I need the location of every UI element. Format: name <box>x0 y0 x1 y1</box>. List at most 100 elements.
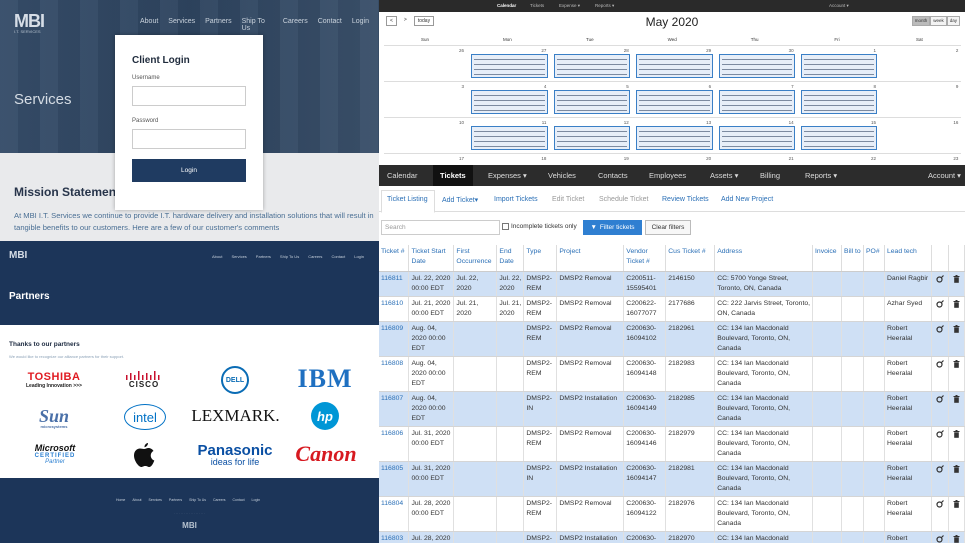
nav-reports[interactable]: Reports ▾ <box>805 171 837 180</box>
edit-icon[interactable] <box>931 321 949 357</box>
calendar-day-number[interactable]: 4 <box>466 84 547 89</box>
nav-careers[interactable]: Careers <box>308 254 322 259</box>
nav-ship-to-us[interactable]: Ship To Us <box>280 254 299 259</box>
nav-vehicles[interactable]: Vehicles <box>548 171 576 180</box>
calendar-day-number[interactable]: 3 <box>384 84 464 89</box>
table-row[interactable]: 116808 Aug. 04, 2020 00:00 EDT DMSP2-REM DM… <box>379 356 965 392</box>
calendar-event[interactable] <box>718 126 795 150</box>
column-header[interactable]: Project <box>556 245 625 272</box>
delete-icon[interactable] <box>948 461 965 497</box>
calendar-day-number[interactable]: 20 <box>631 156 711 161</box>
nav-assets[interactable]: Assets ▾ <box>710 171 738 180</box>
calendar-day-number[interactable]: 29 <box>631 48 711 53</box>
tab-add-ticket[interactable]: Add Ticket▾ <box>442 196 478 204</box>
search-input[interactable]: Search <box>381 220 500 235</box>
cal-nav-calendar[interactable]: Calendar <box>497 3 516 8</box>
delete-icon[interactable] <box>948 356 965 392</box>
column-header[interactable]: Ticket # <box>379 245 410 272</box>
edit-icon[interactable] <box>931 426 949 462</box>
calendar-day-number[interactable]: 16 <box>878 120 958 125</box>
nav-billing[interactable]: Billing <box>760 171 780 180</box>
incomplete-checkbox[interactable] <box>502 223 509 230</box>
table-row[interactable]: 116807 Aug. 04, 2020 00:00 EDT DMSP2-IN DMS… <box>379 391 965 427</box>
footer-nav-home[interactable]: Home <box>116 498 125 502</box>
column-header[interactable]: Invoice <box>812 245 843 272</box>
calendar-day-number[interactable]: 14 <box>714 120 794 125</box>
calendar-event[interactable] <box>471 126 548 150</box>
delete-icon[interactable] <box>948 391 965 427</box>
view-month-button[interactable]: month <box>911 16 931 26</box>
calendar-event[interactable] <box>636 90 713 114</box>
delete-icon[interactable] <box>948 426 965 462</box>
nav-partners[interactable]: Partners <box>256 254 271 259</box>
ticket-id-link[interactable]: 116811 <box>379 271 410 297</box>
calendar-day-number[interactable]: 26 <box>384 48 464 53</box>
nav-tickets[interactable]: Tickets <box>440 171 466 180</box>
calendar-event[interactable] <box>553 126 631 150</box>
calendar-day-number[interactable]: 12 <box>549 120 629 125</box>
tab-add-new-project[interactable]: Add New Project <box>721 196 773 203</box>
site-logo[interactable]: MBI I.T. SERVICES <box>14 11 45 34</box>
calendar-day-number[interactable]: 18 <box>466 156 546 161</box>
username-input[interactable] <box>132 86 246 106</box>
cal-nav-tickets[interactable]: Tickets <box>530 3 544 8</box>
footer-nav-about[interactable]: About <box>132 498 141 502</box>
calendar-day-number[interactable]: 8 <box>796 84 876 89</box>
column-header[interactable]: Ticket Start Date <box>408 245 455 272</box>
edit-icon[interactable] <box>931 496 949 532</box>
calendar-day-number[interactable]: 22 <box>796 156 876 161</box>
nav-about[interactable]: About <box>212 254 222 259</box>
password-input[interactable] <box>132 129 246 149</box>
view-week-button[interactable]: week <box>930 16 947 26</box>
column-header[interactable]: End Date <box>496 245 525 272</box>
calendar-event[interactable] <box>801 126 878 150</box>
calendar-event[interactable] <box>801 54 878 78</box>
table-row[interactable]: 116811 Jul. 22, 2020 00:00 EDT Jul. 22, 20… <box>379 271 965 297</box>
calendar-event[interactable] <box>553 54 631 78</box>
calendar-day-number[interactable]: 19 <box>549 156 629 161</box>
table-row[interactable]: 116803 Jul. 28, 2020 DMSP2- DMSP2 Installat… <box>379 531 965 543</box>
table-row[interactable]: 116809 Aug. 04, 2020 00:00 EDT DMSP2-REM DM… <box>379 321 965 357</box>
nav-services[interactable]: Services <box>168 18 195 32</box>
table-row[interactable]: 116806 Jul. 31, 2020 00:00 EDT DMSP2-REM DM… <box>379 426 965 462</box>
column-header[interactable]: Address <box>714 245 814 272</box>
calendar-day-number[interactable]: 2 <box>878 48 959 53</box>
nav-services[interactable]: Services <box>231 254 246 259</box>
nav-employees[interactable]: Employees <box>649 171 686 180</box>
column-header[interactable]: Bill to <box>841 245 864 272</box>
tab-import-tickets[interactable]: Import Tickets <box>494 196 538 203</box>
footer-nav-contact[interactable]: Contact <box>232 498 244 502</box>
partners-logo[interactable]: MBI <box>9 250 27 261</box>
calendar-day-number[interactable]: 11 <box>466 120 547 125</box>
edit-icon[interactable] <box>931 296 949 322</box>
table-row[interactable]: 116810 Jul. 21, 2020 00:00 EDT Jul. 21, 20… <box>379 296 965 322</box>
edit-icon[interactable] <box>931 271 949 297</box>
calendar-event[interactable] <box>636 54 713 78</box>
tab-ticket-listing[interactable]: Ticket Listing <box>387 196 428 203</box>
delete-icon[interactable] <box>948 296 965 322</box>
nav-about[interactable]: About <box>140 18 158 32</box>
column-header[interactable]: Cus Ticket # <box>665 245 716 272</box>
calendar-day-number[interactable]: 27 <box>466 48 546 53</box>
table-row[interactable]: 116804 Jul. 28, 2020 00:00 EDT DMSP2-REM DM… <box>379 496 965 532</box>
edit-icon[interactable] <box>931 356 949 392</box>
calendar-event[interactable] <box>718 90 795 114</box>
edit-icon[interactable] <box>931 531 949 543</box>
calendar-event[interactable] <box>471 54 548 78</box>
calendar-day-number[interactable]: 7 <box>714 84 794 89</box>
calendar-day-number[interactable]: 15 <box>796 120 876 125</box>
footer-nav-ship-to-us[interactable]: Ship To Us <box>189 498 206 502</box>
nav-partners[interactable]: Partners <box>205 18 231 32</box>
delete-icon[interactable] <box>948 531 965 543</box>
calendar-day-number[interactable]: 13 <box>631 120 711 125</box>
tab-edit-ticket[interactable]: Edit Ticket <box>552 196 584 203</box>
footer-nav-partners[interactable]: Partners <box>169 498 182 502</box>
ticket-id-link[interactable]: 116809 <box>379 321 410 357</box>
nav-login[interactable]: Login <box>352 18 369 32</box>
calendar-day-number[interactable]: 23 <box>878 156 958 161</box>
nav-contacts[interactable]: Contacts <box>598 171 628 180</box>
calendar-day-number[interactable]: 17 <box>384 156 464 161</box>
cal-nav-expense[interactable]: Expense ▾ <box>559 3 580 9</box>
ticket-id-link[interactable]: 116805 <box>379 461 410 497</box>
calendar-day-number[interactable]: 1 <box>796 48 876 53</box>
